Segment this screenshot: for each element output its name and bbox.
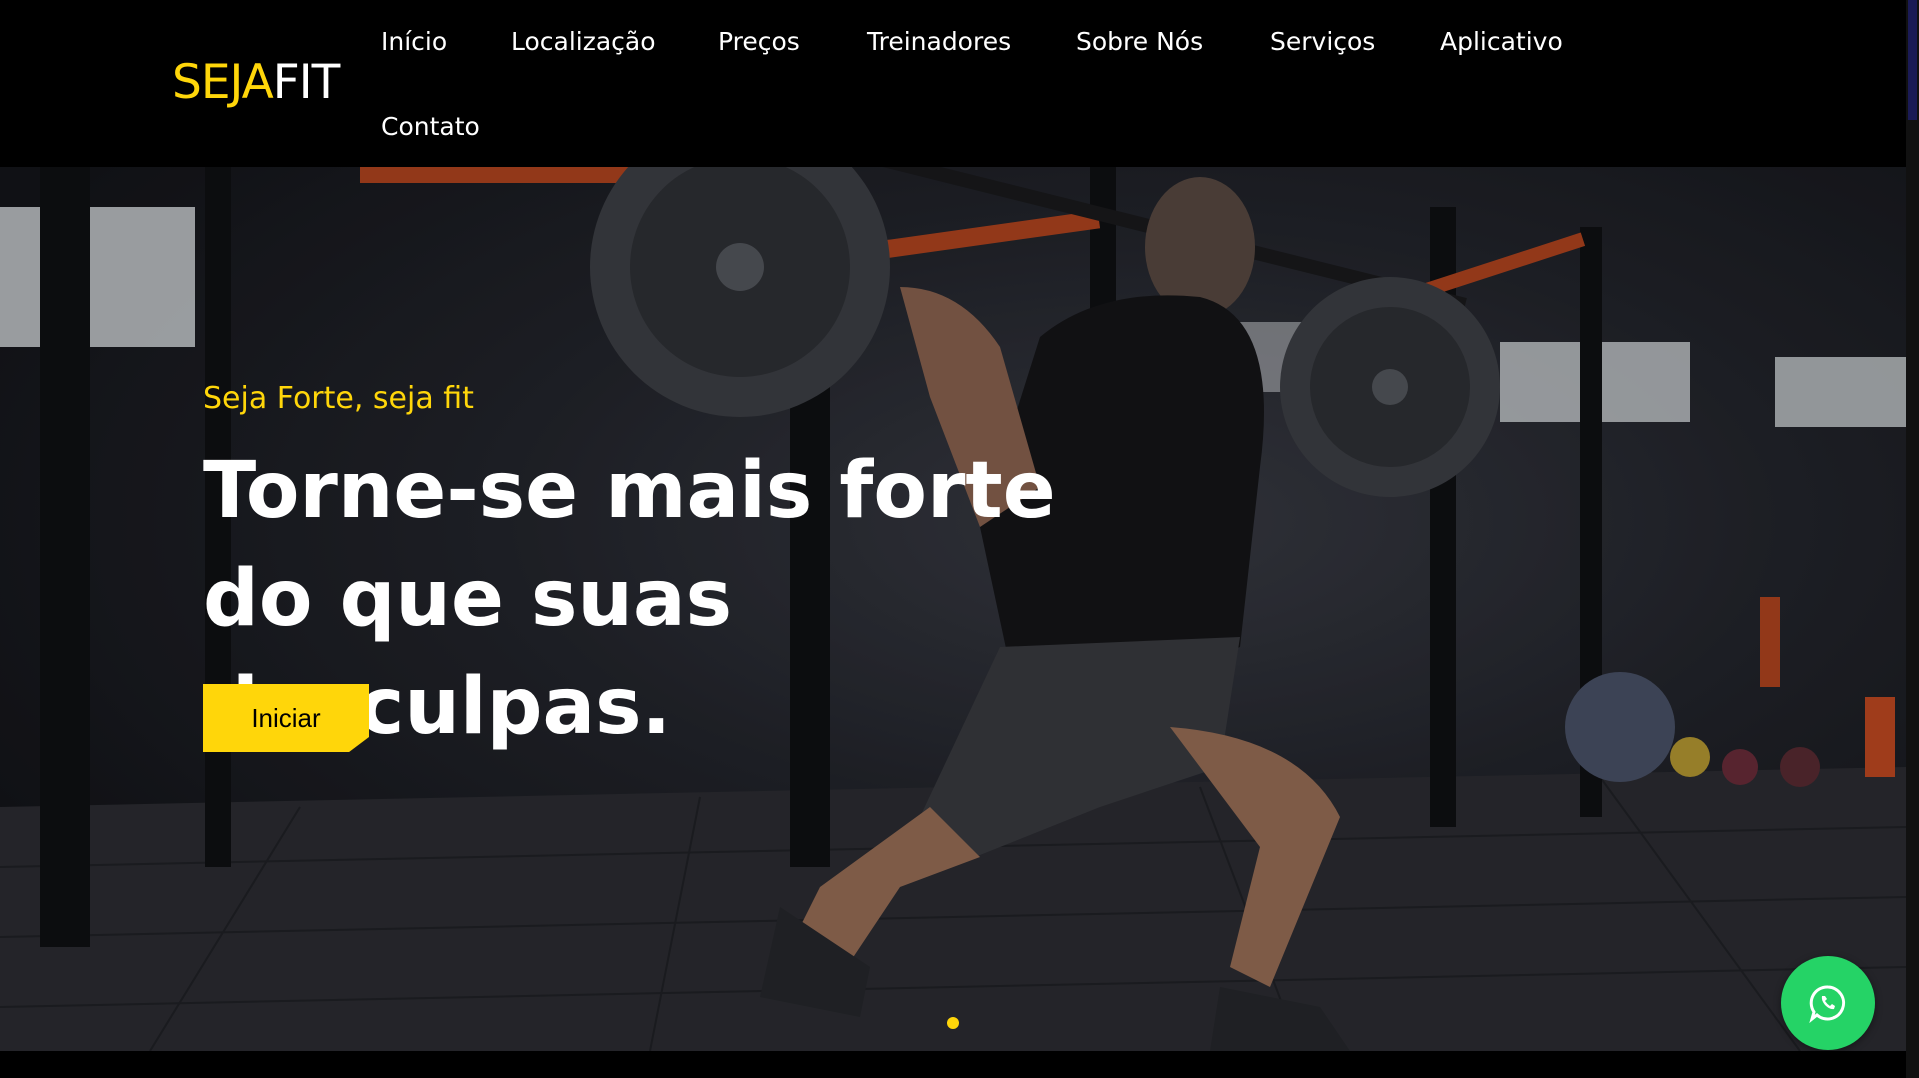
nav-item-inicio[interactable]: Início	[381, 27, 447, 57]
nav-item-aplicativo[interactable]: Aplicativo	[1440, 27, 1563, 57]
vertical-scrollbar[interactable]	[1906, 0, 1919, 1078]
logo-part-fit: FIT	[272, 55, 341, 110]
whatsapp-icon	[1809, 985, 1846, 1023]
nav-item-contato[interactable]: Contato	[381, 112, 480, 142]
hero-section: Seja Forte, seja fit Torne-se mais forte…	[0, 167, 1906, 1051]
nav-item-sobre-nos[interactable]: Sobre Nós	[1076, 27, 1203, 57]
carousel-indicator-dot[interactable]	[947, 1017, 959, 1029]
whatsapp-button[interactable]	[1781, 956, 1875, 1050]
nav-item-treinadores[interactable]: Treinadores	[867, 27, 1011, 57]
hero-subtitle: Seja Forte, seja fit	[203, 381, 474, 416]
scrollbar-thumb[interactable]	[1908, 0, 1917, 120]
nav-item-precos[interactable]: Preços	[718, 27, 800, 57]
logo-part-seja: SEJA	[172, 55, 274, 110]
page-bottom-strip	[0, 1051, 1906, 1078]
start-button[interactable]: Iniciar	[203, 684, 369, 752]
site-header: SEJAFIT Início Localização Preços Treina…	[0, 0, 1906, 167]
nav-item-localizacao[interactable]: Localização	[511, 27, 656, 57]
brand-logo[interactable]: SEJAFIT	[172, 55, 341, 110]
nav-item-servicos[interactable]: Serviços	[1270, 27, 1375, 57]
